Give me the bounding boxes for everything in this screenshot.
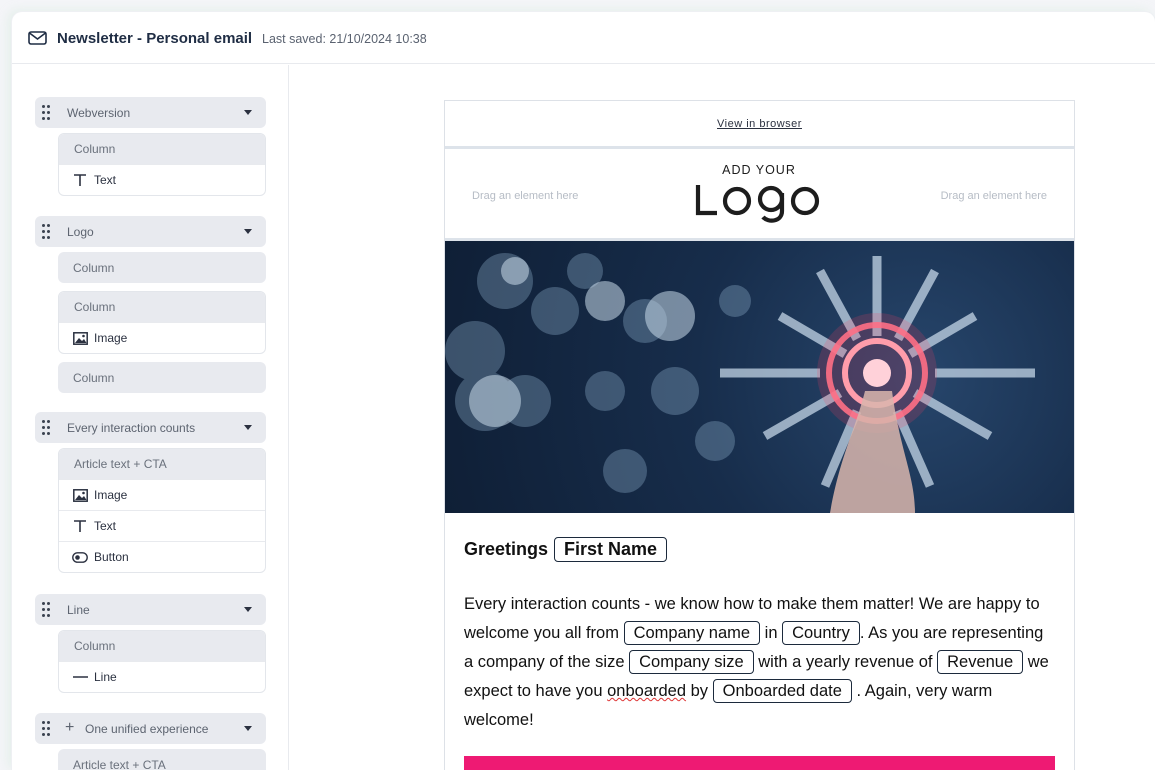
image-icon (72, 331, 88, 345)
target-arrows-image (445, 253, 1035, 513)
logo-wordmark-icon (695, 185, 820, 223)
email-body[interactable]: Greetings First Name Every interaction c… (445, 513, 1074, 735)
block-header[interactable]: Line (35, 594, 266, 625)
company-name-merge-tag[interactable]: Company name (623, 621, 761, 645)
block-label: Every interaction counts (67, 420, 196, 435)
text-icon (72, 173, 88, 187)
element-image[interactable]: Image (59, 479, 265, 510)
paragraph-text: in (764, 624, 778, 642)
top-bar: Newsletter - Personal email Last saved: … (12, 12, 1155, 64)
block-line[interactable]: Line Column Line (35, 594, 266, 693)
first-name-merge-tag[interactable]: First Name (554, 537, 668, 562)
column-box[interactable]: Column (58, 252, 266, 283)
newsletter-title: Newsletter - Personal email (57, 30, 253, 47)
logo-placeholder[interactable]: ADD YOUR (693, 163, 825, 230)
element-label: Image (94, 331, 128, 345)
column-box[interactable]: Column Text (58, 133, 266, 196)
structure-sidebar: Webversion Column Text Logo Column Colum… (12, 65, 289, 770)
drop-zone-left[interactable]: Drag an element here (472, 190, 578, 202)
block-label: Line (67, 602, 90, 617)
hero-image[interactable] (445, 241, 1074, 513)
logo-small-text: ADD YOUR (722, 163, 796, 177)
country-merge-tag[interactable]: Country (782, 621, 860, 645)
spellcheck-word: onboarded (607, 682, 687, 700)
block-webversion[interactable]: Webversion Column Text (35, 97, 266, 196)
greeting-text: Greetings (464, 539, 549, 559)
drag-handle-icon[interactable] (42, 105, 52, 120)
column-box[interactable]: Column Line (58, 630, 266, 693)
element-image[interactable]: Image (59, 322, 265, 353)
button-icon (72, 551, 88, 563)
element-label: Text (94, 519, 117, 533)
block-every-interaction-counts[interactable]: Every interaction counts Article text + … (35, 412, 266, 573)
element-label: Text (94, 173, 117, 187)
element-label: Line (94, 670, 117, 684)
element-text[interactable]: Text (59, 510, 265, 541)
envelope-icon (28, 31, 47, 45)
paragraph-text: by (690, 682, 709, 700)
line-icon (72, 675, 88, 679)
element-line[interactable]: Line (59, 661, 265, 692)
column-header[interactable]: Column (59, 292, 265, 322)
welcome-paragraph[interactable]: Every interaction counts - we know how t… (464, 590, 1055, 735)
block-one-unified-experience[interactable]: + One unified experience Article text + … (35, 713, 266, 770)
last-saved-status: Last saved: 21/10/2024 10:38 (262, 32, 427, 46)
column-header[interactable]: Column (59, 631, 265, 661)
drag-handle-icon[interactable] (42, 420, 52, 435)
text-icon (72, 519, 88, 533)
block-label: Webversion (67, 105, 131, 120)
drag-handle-icon[interactable] (42, 224, 52, 239)
block-header[interactable]: + One unified experience (35, 713, 266, 744)
drag-handle-icon[interactable] (42, 721, 52, 736)
element-button[interactable]: Button (59, 541, 265, 572)
caret-down-icon[interactable] (244, 110, 252, 115)
webversion-row[interactable]: View in browser (445, 101, 1074, 149)
block-header[interactable]: Webversion (35, 97, 266, 128)
column-header[interactable]: Column (59, 134, 265, 164)
column-box[interactable]: Column (58, 362, 266, 393)
email-preview: View in browser Drag an element here ADD… (444, 100, 1075, 770)
view-in-browser-link[interactable]: View in browser (717, 118, 802, 130)
onboarded-date-merge-tag[interactable]: Onboarded date (712, 679, 852, 703)
column-box[interactable]: Article text + CTA Image Text Button (58, 448, 266, 573)
editor-window: Newsletter - Personal email Last saved: … (12, 12, 1155, 770)
block-label: One unified experience (85, 721, 209, 736)
block-label: Logo (67, 224, 94, 239)
email-canvas: View in browser Drag an element here ADD… (290, 65, 1155, 770)
block-header[interactable]: Every interaction counts (35, 412, 266, 443)
company-size-merge-tag[interactable]: Company size (629, 650, 754, 674)
paragraph-text: with a yearly revenue of (758, 653, 933, 671)
element-text[interactable]: Text (59, 164, 265, 195)
element-label: Image (94, 488, 128, 502)
element-label: Button (94, 550, 129, 564)
drop-zone-right[interactable]: Drag an element here (941, 190, 1047, 202)
column-box[interactable]: Column Image (58, 291, 266, 354)
greeting-heading[interactable]: Greetings First Name (464, 537, 1055, 562)
cta-bar[interactable] (464, 756, 1055, 770)
caret-down-icon[interactable] (244, 425, 252, 430)
caret-down-icon[interactable] (244, 726, 252, 731)
column-header[interactable]: Article text + CTA (59, 449, 265, 479)
revenue-merge-tag[interactable]: Revenue (937, 650, 1024, 674)
caret-down-icon[interactable] (244, 229, 252, 234)
caret-down-icon[interactable] (244, 607, 252, 612)
column-box[interactable]: Article text + CTA (58, 749, 266, 770)
block-header[interactable]: Logo (35, 216, 266, 247)
plus-icon: + (65, 719, 75, 736)
image-icon (72, 488, 88, 502)
logo-row[interactable]: Drag an element here ADD YOUR Drag an el… (445, 149, 1074, 241)
drag-handle-icon[interactable] (42, 602, 52, 617)
block-logo[interactable]: Logo Column Column Image Column (35, 216, 266, 393)
